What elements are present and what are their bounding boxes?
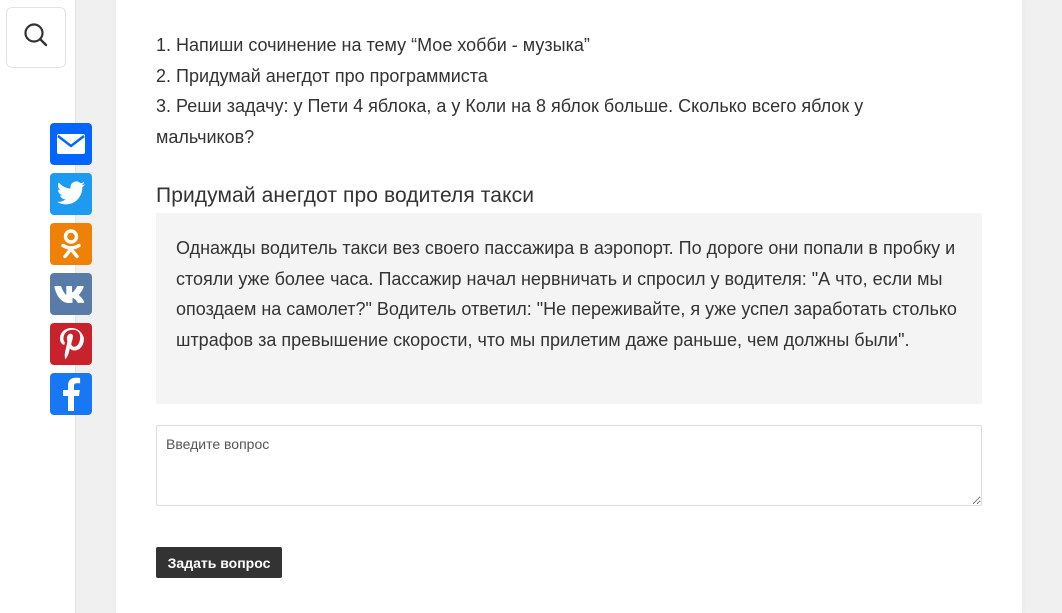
question-heading: Придумай анегдот про водителя такси — [156, 184, 535, 207]
share-twitter-button[interactable] — [50, 173, 92, 215]
twitter-bird-icon — [56, 181, 86, 207]
search-icon — [23, 22, 49, 53]
list-item: 3. Реши задачу: у Пети 4 яблока, а у Кол… — [156, 96, 864, 147]
envelope-icon — [56, 132, 86, 156]
content-card: 1. Напиши сочинение на тему “Мое хобби -… — [116, 0, 1022, 613]
list-item: 1. Напиши сочинение на тему “Мое хобби -… — [156, 35, 590, 55]
share-sidebar — [0, 0, 92, 613]
list-item: 2. Придумай анегдот про программиста — [156, 65, 488, 86]
share-odnoklassniki-button[interactable] — [50, 223, 92, 265]
share-pinterest-button[interactable] — [50, 323, 92, 365]
share-facebook-button[interactable] — [50, 373, 92, 415]
question-input[interactable] — [156, 425, 982, 506]
facebook-icon — [61, 377, 81, 411]
search-button[interactable] — [6, 7, 66, 68]
odnoklassniki-icon — [59, 228, 83, 260]
pinterest-icon — [58, 327, 84, 361]
ask-question-button[interactable]: Задать вопрос — [156, 547, 282, 578]
vk-icon — [54, 284, 88, 304]
task-list: 1. Напиши сочинение на тему “Мое хобби -… — [156, 30, 916, 152]
share-vk-button[interactable] — [50, 273, 92, 315]
answer-block: Однажды водитель такси вез своего пассаж… — [156, 213, 982, 404]
share-email-button[interactable] — [50, 123, 92, 165]
